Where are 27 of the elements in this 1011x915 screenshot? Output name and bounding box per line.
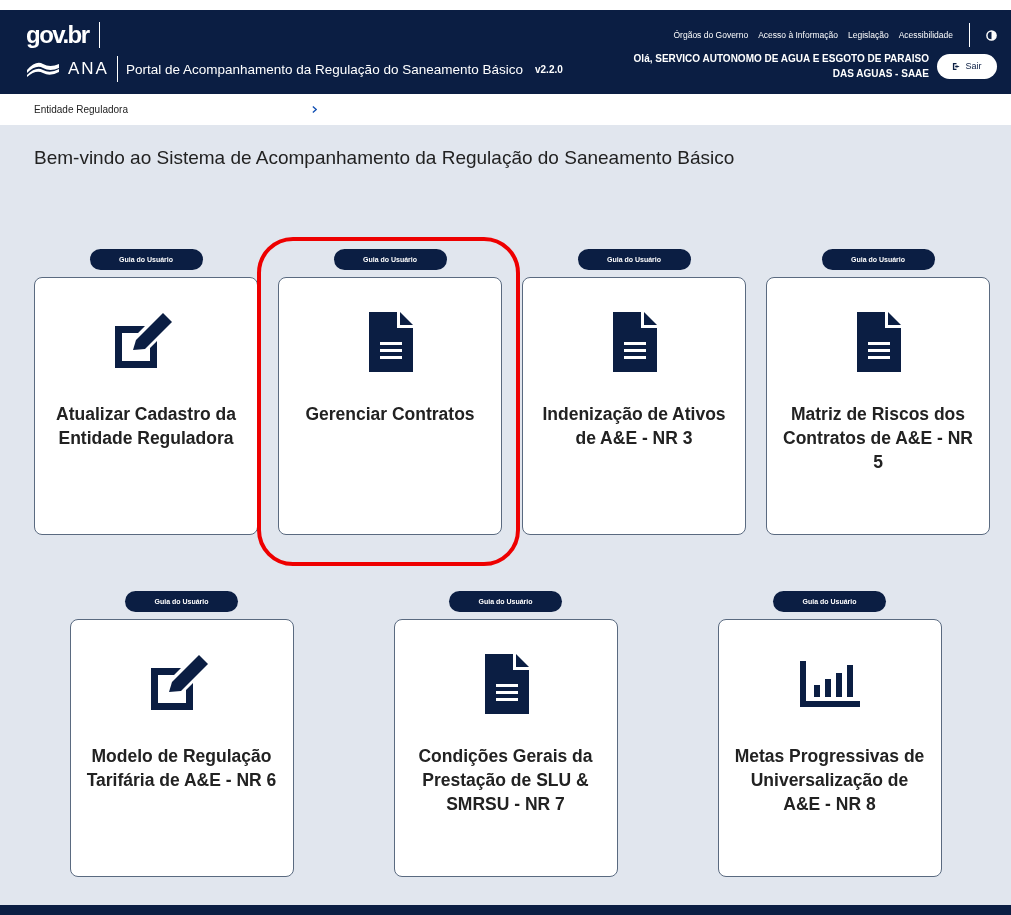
menu-card[interactable]: Matriz de Riscos dos Contratos de A&E - NR 5 bbox=[766, 277, 990, 535]
agency-logo-text: ANA bbox=[68, 59, 109, 79]
menu-card[interactable]: Condições Gerais da Prestação de SLU & SMRSU - NR 7 bbox=[393, 619, 618, 877]
menu-card[interactable]: Modelo de Regulação Tarifária de A&E - NR 6 bbox=[69, 619, 294, 877]
document-icon bbox=[611, 312, 657, 372]
logout-icon bbox=[952, 61, 962, 71]
version-label: v2.2.0 bbox=[535, 63, 563, 75]
contrast-icon[interactable] bbox=[986, 29, 997, 41]
logout-button[interactable]: Sair bbox=[937, 53, 997, 79]
menu-card[interactable]: Atualizar Cadastro da Entidade Reguladora bbox=[34, 277, 258, 535]
document-icon bbox=[367, 312, 413, 372]
chevron-right-icon bbox=[312, 106, 317, 113]
document-icon bbox=[855, 312, 901, 372]
header-link[interactable]: Acesso à Informação bbox=[758, 30, 838, 40]
welcome-heading: Bem-vindo ao Sistema de Acompanhamento da Regulação do Saneamento Básico bbox=[34, 147, 736, 169]
breadcrumb-item[interactable]: Entidade Reguladora bbox=[34, 104, 312, 115]
header-link[interactable]: Acessibilidade bbox=[898, 30, 953, 40]
menu-card[interactable]: Gerenciar Contratos bbox=[278, 277, 502, 535]
menu-card[interactable]: Metas Progressivas de Universalização de A&E - NR 8 bbox=[717, 619, 942, 877]
header-link[interactable]: Órgãos do Governo bbox=[673, 30, 749, 40]
header-link[interactable]: Legislação bbox=[848, 30, 889, 40]
site-logo[interactable]: gov.br bbox=[26, 22, 89, 48]
portal-title: Portal de Acompanhamento da Regulação do Saneamento Básico bbox=[125, 61, 523, 77]
user-greeting: Olá, SERVICO AUTONOMO DE AGUA E ESGOTO DE PARAISO DAS AGUAS - SAAE bbox=[632, 52, 929, 81]
document-icon bbox=[482, 654, 529, 714]
waves-logo-icon bbox=[26, 60, 60, 78]
menu-card[interactable]: Indenização de Ativos de A&E - NR 3 bbox=[522, 277, 746, 535]
